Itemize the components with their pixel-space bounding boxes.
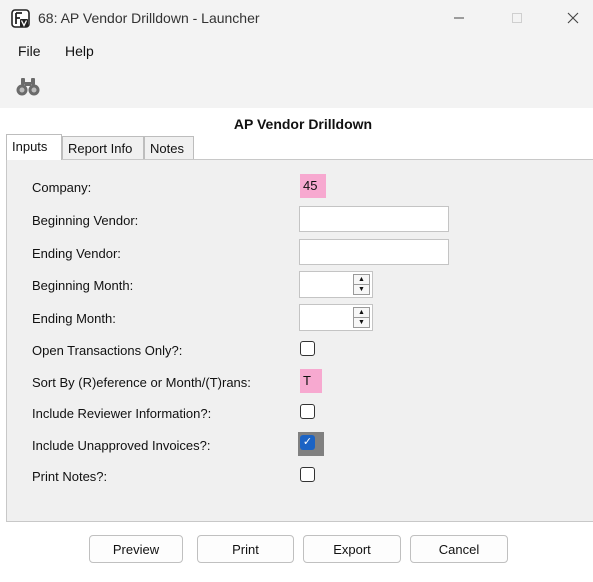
tab-report-info[interactable]: Report Info xyxy=(62,136,144,159)
checkmark-icon: ✓ xyxy=(300,435,315,450)
binoculars-icon[interactable] xyxy=(14,76,42,98)
menu-bar: File Help xyxy=(0,36,593,66)
print-notes-label: Print Notes?: xyxy=(32,469,108,484)
include-reviewer-label: Include Reviewer Information?: xyxy=(32,406,212,421)
window-title: 68: AP Vendor Drilldown - Launcher xyxy=(38,10,260,26)
sort-by-field[interactable]: T xyxy=(300,369,322,393)
tab-inputs[interactable]: Inputs xyxy=(6,134,62,160)
export-button[interactable]: Export xyxy=(303,535,401,563)
ending-month-label: Ending Month: xyxy=(32,311,116,326)
cancel-button[interactable]: Cancel xyxy=(410,535,508,563)
tab-notes[interactable]: Notes xyxy=(144,136,194,159)
minimize-button[interactable] xyxy=(436,0,482,36)
beginning-month-label: Beginning Month: xyxy=(32,278,134,293)
spin-down-icon[interactable]: ▼ xyxy=(354,285,369,295)
menu-file[interactable]: File xyxy=(18,43,41,59)
include-unapproved-checkbox[interactable]: ✓ xyxy=(298,432,324,456)
toolbar xyxy=(0,66,593,108)
ending-vendor-label: Ending Vendor: xyxy=(32,246,121,261)
company-field[interactable]: 45 xyxy=(300,174,326,198)
beginning-month-spinner[interactable]: ▲ ▼ xyxy=(299,271,373,298)
sort-by-label: Sort By (R)eference or Month/(T)rans: xyxy=(32,375,251,390)
minimize-icon xyxy=(454,17,464,19)
company-label: Company: xyxy=(32,180,92,195)
maximize-button[interactable] xyxy=(494,0,540,36)
ending-month-spinner[interactable]: ▲ ▼ xyxy=(299,304,373,331)
include-unapproved-label: Include Unapproved Invoices?: xyxy=(32,438,211,453)
app-logo-icon xyxy=(11,9,30,28)
print-button[interactable]: Print xyxy=(197,535,294,563)
title-bar: 68: AP Vendor Drilldown - Launcher xyxy=(0,0,593,36)
include-reviewer-checkbox[interactable] xyxy=(300,404,315,419)
spin-down-icon[interactable]: ▼ xyxy=(354,318,369,328)
open-transactions-checkbox[interactable] xyxy=(300,341,315,356)
print-notes-checkbox[interactable] xyxy=(300,467,315,482)
spinner-arrows[interactable]: ▲ ▼ xyxy=(353,274,370,295)
beginning-vendor-field[interactable] xyxy=(299,206,449,232)
maximize-icon xyxy=(512,13,522,23)
open-transactions-label: Open Transactions Only?: xyxy=(32,343,183,358)
spinner-arrows[interactable]: ▲ ▼ xyxy=(353,307,370,328)
spin-up-icon[interactable]: ▲ xyxy=(354,308,369,318)
spin-up-icon[interactable]: ▲ xyxy=(354,275,369,285)
ending-vendor-field[interactable] xyxy=(299,239,449,265)
preview-button[interactable]: Preview xyxy=(89,535,183,563)
beginning-vendor-label: Beginning Vendor: xyxy=(32,213,139,228)
close-icon xyxy=(567,12,578,24)
close-button[interactable] xyxy=(552,0,593,36)
menu-help[interactable]: Help xyxy=(65,43,94,59)
report-title: AP Vendor Drilldown xyxy=(233,116,373,132)
